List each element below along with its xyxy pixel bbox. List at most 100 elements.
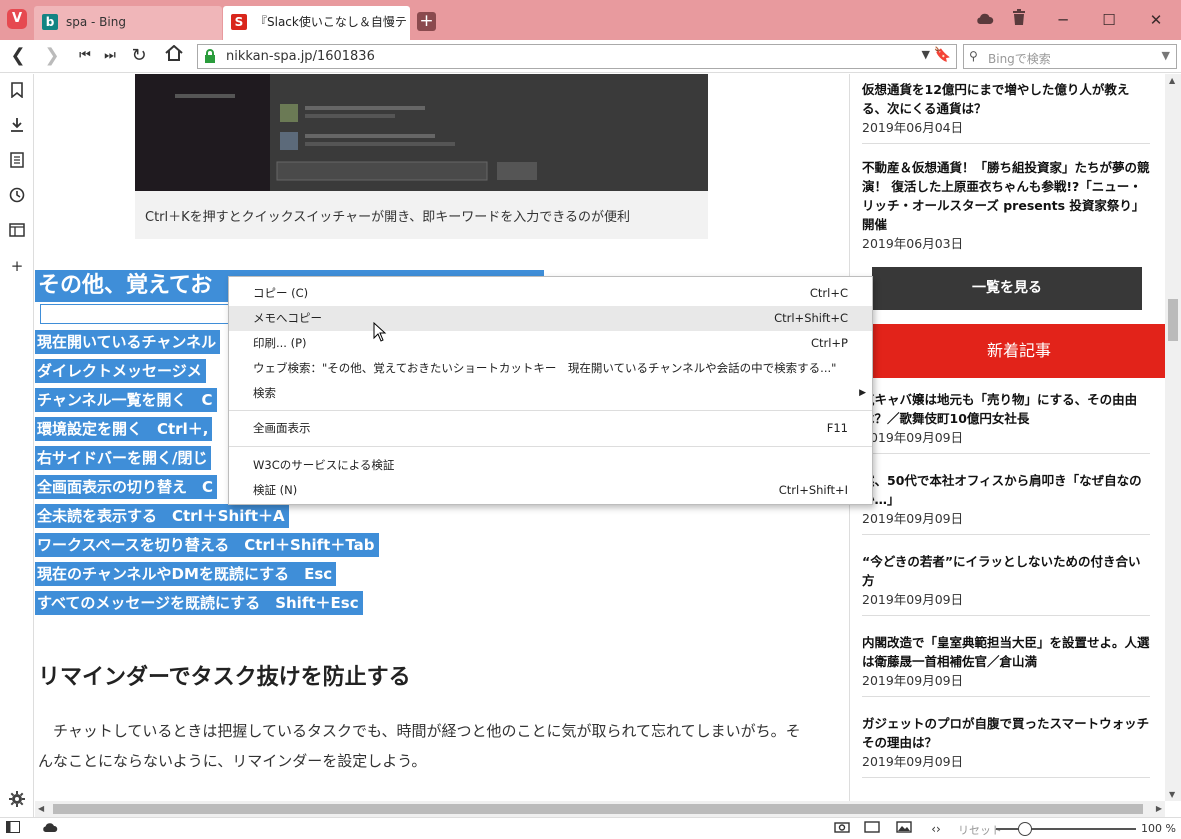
lock-icon — [205, 49, 215, 63]
menu-item-web-search[interactable]: ウェブ検索："その他、覚えておきたいショートカットキー 現在開いているチャンネル… — [229, 356, 872, 381]
article-title[interactable]: 仮想通貨を12億円にまで増やした億り人が教える、次にくる通貨は？ — [862, 80, 1150, 118]
search-input[interactable]: ⚲ Bingで検索 ▼ — [963, 44, 1177, 69]
article-date: 2019年09月09日 — [862, 430, 964, 445]
tiling-icon[interactable] — [864, 821, 880, 837]
rewind-icon[interactable]: ⏮ — [73, 44, 97, 68]
url-input[interactable]: nikkan-spa.jp/1601836 ▼ 🔖 — [197, 44, 957, 69]
zoom-reset-label[interactable]: リセット — [958, 822, 1002, 838]
menu-item-search[interactable]: 検索 ▶ — [229, 381, 872, 406]
scroll-right-icon[interactable]: ▶ — [1156, 804, 1162, 813]
menu-item-label: W3Cのサービスによる検証 — [253, 458, 395, 472]
tab-bar: V b spa - Bing S 『Slack使いこなし＆自慢テク』6 + ─ … — [0, 0, 1181, 40]
panel-toggle-icon[interactable] — [5, 821, 21, 837]
scroll-up-icon[interactable]: ▲ — [1169, 76, 1175, 85]
close-window-button[interactable]: ✕ — [1133, 0, 1179, 40]
article-date: 2019年09月09日 — [862, 673, 964, 688]
menu-item-inspect[interactable]: 検証 (N) Ctrl+Shift+I — [229, 478, 872, 503]
menu-item-shortcut: Ctrl+Shift+C — [774, 311, 848, 325]
section-heading: リマインダーでタスク抜けを防止する — [38, 665, 411, 690]
scroll-left-icon[interactable]: ◀ — [38, 804, 44, 813]
sync-cloud-icon[interactable] — [42, 821, 58, 837]
scroll-down-icon[interactable]: ▼ — [1169, 790, 1175, 799]
tab-slack-article[interactable]: S 『Slack使いこなし＆自慢テク』6 — [223, 6, 410, 40]
home-icon[interactable] — [162, 44, 186, 68]
downloads-icon[interactable] — [9, 117, 25, 133]
reload-icon[interactable]: ↻ — [127, 44, 151, 68]
vivaldi-menu-icon[interactable]: V — [7, 9, 27, 29]
article-title[interactable]: 然、50代で本社オフィスから肩叩き「なぜ自なのか…」 — [862, 471, 1150, 509]
sidebar-article[interactable]: 内閣改造で「皇室典範担当大臣」を設置せよ。人選は衛藤晟一首相補佐官／倉山満 20… — [862, 633, 1150, 697]
menu-separator — [229, 410, 872, 411]
selected-row[interactable]: ダイレクトメッセージメ — [35, 359, 206, 383]
maximize-button[interactable]: ☐ — [1086, 0, 1132, 40]
selected-row[interactable]: 全画面表示の切り替え C — [35, 475, 218, 499]
selected-row[interactable]: すべてのメッセージを既読にする Shift＋Esc — [35, 591, 363, 615]
search-engine-dropdown-icon[interactable]: ▼ — [1162, 49, 1170, 62]
selected-row[interactable]: チャンネル一覧を開く C — [35, 388, 217, 412]
view-list-button[interactable]: 一覧を見る — [872, 267, 1142, 310]
selected-row[interactable]: 全未読を表示する Ctrl＋Shift＋A — [35, 504, 289, 528]
sidebar-article[interactable]: 不動産＆仮想通貨！「勝ち組投資家」たちが夢の競演！ 復活した上原亜衣ちゃんも参戦… — [862, 158, 1150, 259]
menu-item-label: メモへコピー — [253, 311, 322, 325]
article-title[interactable]: 内閣改造で「皇室典範担当大臣」を設置せよ。人選は衛藤晟一首相補佐官／倉山満 — [862, 633, 1150, 671]
selected-row[interactable]: 現在開いているチャンネル — [35, 330, 221, 354]
sidebar-article[interactable]: 気キャバ嬢は地元も「売り物」にする、その由由は？／歌舞伎町10億円女社長 201… — [862, 390, 1150, 454]
window-panel-icon[interactable] — [9, 222, 25, 238]
side-panel: + — [0, 74, 34, 817]
horizontal-scroll-thumb[interactable] — [53, 804, 1143, 814]
selected-row[interactable]: 右サイドバーを開く/閉じ — [35, 446, 212, 470]
vertical-scroll-thumb[interactable] — [1168, 299, 1178, 341]
article-date: 2019年06月03日 — [862, 236, 964, 251]
bookmarks-icon[interactable] — [9, 82, 25, 98]
new-tab-button[interactable]: + — [417, 12, 436, 31]
article-title[interactable]: “今どきの若者”にイラッとしないための付き合い方 — [862, 552, 1150, 590]
zoom-slider-handle[interactable] — [1018, 822, 1032, 836]
article-date: 2019年09月09日 — [862, 592, 964, 607]
back-icon[interactable]: ❮ — [6, 44, 30, 68]
history-icon[interactable] — [9, 187, 25, 203]
figure-caption: Ctrl＋Kを押すとクイックスイッチャーが開き、即キーワードを入力できるのが便利 — [145, 210, 630, 225]
menu-item-w3c-validate[interactable]: W3Cのサービスによる検証 — [229, 453, 872, 478]
menu-item-copy-to-note[interactable]: メモへコピー Ctrl+Shift+C — [229, 306, 872, 331]
article-date: 2019年09月09日 — [862, 511, 964, 526]
selected-row[interactable]: 環境設定を開く Ctrl＋, — [35, 417, 213, 441]
menu-item-fullscreen[interactable]: 全画面表示 F11 — [229, 416, 872, 441]
address-bar: ❮ ❯ ⏮ ⏭ ↻ nikkan-spa.jp/1601836 ▼ 🔖 ⚲ Bi… — [0, 40, 1181, 73]
menu-item-copy[interactable]: コピー (C) Ctrl+C — [229, 281, 872, 306]
mouse-cursor-icon — [373, 322, 387, 342]
add-web-panel-icon[interactable]: + — [9, 258, 25, 274]
search-placeholder: Bingで検索 — [988, 52, 1051, 66]
menu-item-print[interactable]: 印刷... (P) Ctrl+P — [229, 331, 872, 356]
fast-forward-icon[interactable]: ⏭ — [98, 44, 122, 68]
page-actions-icon[interactable]: ‹› — [928, 821, 944, 837]
tab-bing[interactable]: b spa - Bing — [34, 6, 222, 40]
url-text: nikkan-spa.jp/1601836 — [226, 49, 375, 64]
menu-item-label: 検証 (N) — [253, 483, 298, 497]
context-menu: コピー (C) Ctrl+C メモへコピー Ctrl+Shift+C 印刷...… — [228, 276, 873, 505]
article-date: 2019年06月04日 — [862, 120, 964, 135]
bookmark-page-icon[interactable]: 🔖 — [934, 47, 951, 63]
sidebar-article[interactable]: 仮想通貨を12億円にまで増やした億り人が教える、次にくる通貨は？ 2019年06… — [862, 80, 1150, 144]
selected-row[interactable]: 現在のチャンネルやDMを既読にする Esc — [35, 562, 337, 586]
settings-gear-icon[interactable] — [9, 791, 25, 807]
capture-camera-icon[interactable] — [834, 821, 850, 837]
trash-icon[interactable] — [996, 0, 1042, 40]
sidebar-article[interactable]: ガジェットのプロが自腹で買ったスマートウォッチ その理由は？ 2019年09月0… — [862, 714, 1150, 778]
forward-icon[interactable]: ❯ — [40, 44, 64, 68]
article-title[interactable]: ガジェットのプロが自腹で買ったスマートウォッチ その理由は？ — [862, 714, 1150, 752]
zoom-slider[interactable] — [996, 828, 1136, 830]
sidebar-article[interactable]: 然、50代で本社オフィスから肩叩き「なぜ自なのか…」 2019年09月09日 — [862, 471, 1150, 535]
minimize-button[interactable]: ─ — [1040, 0, 1086, 40]
article-title[interactable]: 不動産＆仮想通貨！「勝ち組投資家」たちが夢の競演！ 復活した上原亜衣ちゃんも参戦… — [862, 158, 1150, 234]
article-title[interactable]: 気キャバ嬢は地元も「売り物」にする、その由由は？／歌舞伎町10億円女社長 — [862, 390, 1150, 428]
url-history-dropdown-icon[interactable]: ▼ — [922, 48, 930, 61]
sidebar-article[interactable]: “今どきの若者”にイラッとしないための付き合い方 2019年09月09日 — [862, 552, 1150, 616]
image-toggle-icon[interactable] — [896, 821, 912, 837]
menu-item-shortcut: Ctrl+Shift+I — [778, 483, 848, 497]
horizontal-scrollbar[interactable]: ◀ ▶ — [35, 801, 1165, 817]
selected-row[interactable]: ワークスペースを切り替える Ctrl＋Shift＋Tab — [35, 533, 379, 557]
menu-item-label: 検索 — [253, 386, 276, 400]
search-icon: ⚲ — [969, 49, 978, 63]
vertical-scrollbar[interactable]: ▲ ▼ — [1165, 74, 1181, 801]
notes-icon[interactable] — [9, 152, 25, 168]
